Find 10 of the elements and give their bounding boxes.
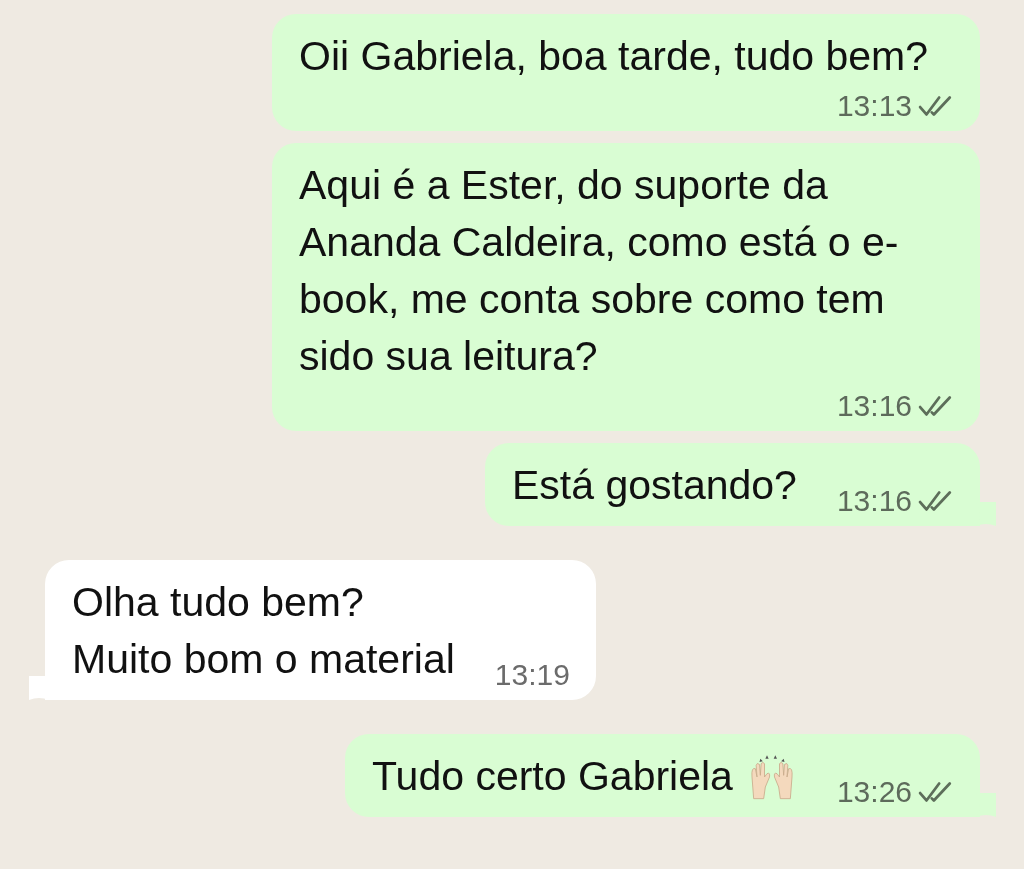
message-text: Oii Gabriela, boa tarde, tudo bem? (299, 32, 929, 81)
message-time: 13:13 (836, 89, 912, 123)
message-text: Tudo certo Gabriela (372, 752, 733, 801)
message-text: Aqui é a Ester, do suporte da Ananda Caldeira, como está o e-book, me conta sobre como tem sido sua leitura? (299, 161, 900, 381)
message-time: 13:16 (836, 389, 912, 423)
message-text: Olha tudo bem? Muito bom o material (72, 578, 455, 684)
message-time: 13:19 (494, 658, 570, 692)
message-time: 13:26 (836, 775, 912, 809)
message-time: 13:16 (836, 484, 912, 518)
message-text: Está gostando? (511, 461, 797, 510)
